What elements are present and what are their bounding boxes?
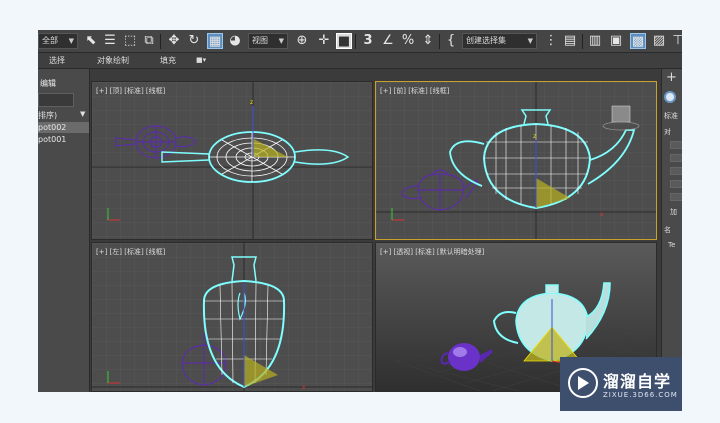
watermark-brand: 溜溜自学 <box>603 372 672 391</box>
select-by-name-icon[interactable]: ☰ <box>102 33 118 49</box>
name-color-label: 名 <box>664 226 671 234</box>
viewport-top-label[interactable]: [+] [顶] [标准] [线框] <box>96 86 165 96</box>
toggle-ribbon-icon[interactable]: ▣ <box>608 33 624 49</box>
viewport-top[interactable]: z [+] [顶] [标准] [线框] <box>91 81 373 240</box>
watermark-url: ZIXUE.3D66.COM <box>603 391 678 399</box>
viewport-left-canvas: x <box>92 243 372 391</box>
scale-icon[interactable]: ▦ <box>207 33 223 49</box>
main-toolbar: 全部 ▼ ⬉ ☰ ⬚ ⧉ ✥ ↻ ▦ ◕ 视图 ▼ ⊕ ✛ ■ 3 ∠ % ⇕ … <box>38 30 682 53</box>
curve-editor-icon[interactable]: ▩ <box>630 33 646 49</box>
window-crossing-icon[interactable]: ⧉ <box>141 33 157 49</box>
list-item-label: pot001 <box>38 135 67 144</box>
percent-label: % <box>401 33 415 48</box>
name-field[interactable]: Te <box>668 241 675 249</box>
rect-selection-icon[interactable]: ⬚ <box>122 33 138 49</box>
select-object-icon[interactable]: ⬉ <box>83 33 99 49</box>
selection-filter-value: 全部 <box>42 36 58 45</box>
chevron-down-icon[interactable]: ▼ <box>80 110 85 118</box>
object-type-button[interactable] <box>670 180 682 188</box>
viewport-front-canvas: z x <box>376 82 656 239</box>
svg-text:z: z <box>533 133 536 140</box>
object-type-button[interactable] <box>670 154 682 162</box>
teapot-pot001-perspective[interactable] <box>440 343 492 371</box>
ribbon-tab-selection[interactable]: 选择 <box>49 55 65 66</box>
chevron-down-icon: ▼ <box>527 37 533 45</box>
mirror-icon[interactable]: ⋮ <box>543 33 559 49</box>
viewport-perspective-label[interactable]: [+] [透视] [标准] [默认明暗处理] <box>380 247 484 257</box>
geometry-icon[interactable] <box>664 91 676 103</box>
spinner-snap-icon[interactable]: ⇕ <box>420 33 436 49</box>
align-icon[interactable]: ▤ <box>562 33 578 49</box>
svg-text:z: z <box>250 99 253 106</box>
viewport-left-label[interactable]: [+] [左] [标准] [线框] <box>96 247 165 257</box>
ribbon-options-icon[interactable]: ■▾ <box>196 56 206 64</box>
move-icon[interactable]: ✥ <box>166 33 182 49</box>
object-type-button[interactable] <box>670 141 682 149</box>
scene-explorer-title: 编辑 <box>40 79 56 88</box>
viewport-top-canvas: z <box>92 82 372 239</box>
ribbon-tab-populate[interactable]: 填充 <box>160 55 176 66</box>
edit-named-sets-icon[interactable]: { <box>443 33 459 49</box>
chevron-down-icon: ▼ <box>68 37 74 45</box>
place-icon[interactable]: ◕ <box>227 33 243 49</box>
object-type-button[interactable] <box>670 167 682 175</box>
create-tab-icon[interactable]: + <box>666 70 677 85</box>
play-icon <box>578 376 589 390</box>
percent-snap-icon[interactable]: % <box>400 33 416 49</box>
named-selection-dropdown[interactable]: 创建选择集 ▼ <box>462 33 537 49</box>
list-item[interactable]: pot001 <box>38 134 89 145</box>
reference-coord-value: 视图 <box>252 36 268 45</box>
3dsmax-window: 全部 ▼ ⬉ ☰ ⬚ ⧉ ✥ ↻ ▦ ◕ 视图 ▼ ⊕ ✛ ■ 3 ∠ % ⇕ … <box>38 30 682 392</box>
scene-explorer-search[interactable] <box>38 93 74 107</box>
scene-explorer: 编辑 排序) ▼ pot002 pot001 <box>38 69 90 392</box>
viewport-front[interactable]: z x [+] [前] [标准] [线框] <box>375 81 657 240</box>
reference-coord-dropdown[interactable]: 视图 ▼ <box>248 33 288 49</box>
list-item-label: pot002 <box>38 123 67 132</box>
named-selection-value: 创建选择集 <box>466 36 506 45</box>
viewport-front-label[interactable]: [+] [前] [标准] [线框] <box>380 86 449 96</box>
svg-text:x: x <box>302 384 306 391</box>
ribbon-bar: 选择 对象绘制 填充 ■▾ <box>38 53 682 69</box>
watermark-badge: 溜溜自学 ZIXUE.3D66.COM <box>560 357 682 411</box>
layer-explorer-icon[interactable]: ▥ <box>587 33 603 49</box>
snap-toggle-icon[interactable]: 3 <box>360 33 376 49</box>
select-manipulate-icon[interactable]: ✛ <box>316 33 332 49</box>
selection-filter-dropdown[interactable]: 全部 ▼ <box>38 33 78 49</box>
object-type-label: 对 <box>664 128 671 136</box>
angle-snap-icon[interactable]: ∠ <box>380 33 396 49</box>
rotate-icon[interactable]: ↻ <box>186 33 202 49</box>
list-item[interactable]: pot002 <box>38 122 89 133</box>
add-label: 加 <box>670 208 677 216</box>
viewport-left[interactable]: x [+] [左] [标准] [线框] <box>91 242 373 392</box>
material-editor-icon[interactable]: ⊤ <box>670 33 682 49</box>
keyboard-shortcut-icon[interactable]: ■ <box>336 33 352 49</box>
chevron-down-icon: ▼ <box>278 37 284 45</box>
snap-label: 3 <box>363 33 373 48</box>
svg-text:x: x <box>600 211 604 218</box>
ribbon-tab-object-paint[interactable]: 对象绘制 <box>97 55 129 66</box>
object-type-button[interactable] <box>670 193 682 201</box>
category-label: 标准 <box>664 112 678 120</box>
command-panel: + 标准 对 加 名 Te <box>661 69 682 392</box>
schematic-view-icon[interactable]: ▨ <box>651 33 667 49</box>
sort-label[interactable]: 排序) <box>38 110 57 121</box>
pivot-center-icon[interactable]: ⊕ <box>294 33 310 49</box>
